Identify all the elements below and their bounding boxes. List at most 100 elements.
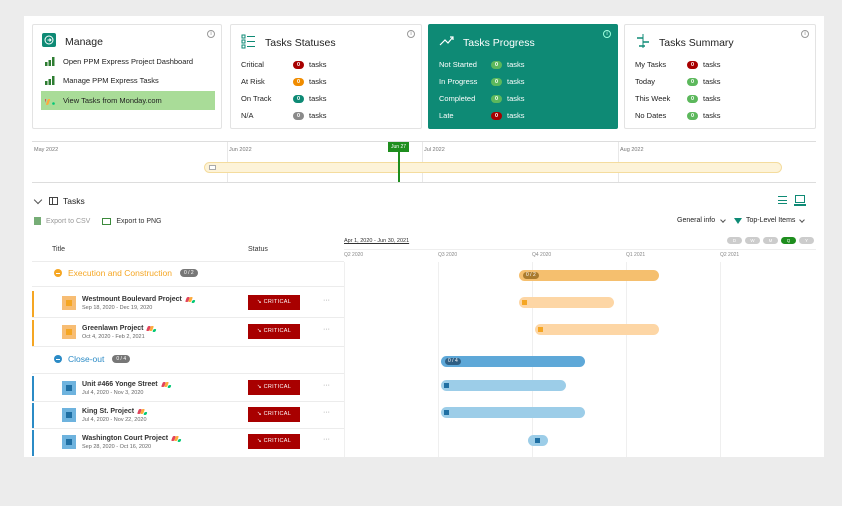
manage-card: i Manage Open PPM Express Project Dashbo… xyxy=(32,24,222,129)
image-icon xyxy=(102,217,112,225)
status-badge[interactable]: ↘ CRITICAL xyxy=(248,324,300,339)
task-icon xyxy=(62,325,76,339)
status-row-critical[interactable]: Critical 0 tasks xyxy=(241,60,327,69)
count-badge: 0 xyxy=(491,111,502,120)
tasks-section-title: Tasks xyxy=(63,196,85,206)
task-name[interactable]: Washington Court Project xyxy=(82,435,182,442)
task-name[interactable]: Unit #466 Yonge Street xyxy=(82,381,171,388)
status-badge[interactable]: ↘ CRITICAL xyxy=(248,407,300,422)
task-name[interactable]: King St. Project xyxy=(82,408,148,415)
progress-row-completed[interactable]: Completed 0 tasks xyxy=(439,94,525,103)
summary-row-this-week[interactable]: This Week 0 tasks xyxy=(635,94,721,103)
status-row-at-risk[interactable]: At Risk 0 tasks xyxy=(241,77,327,86)
timeline-project-bar[interactable] xyxy=(204,162,782,173)
task-name[interactable]: Greenlawn Project xyxy=(82,325,157,332)
gantt-summary-bar[interactable]: 0 / 4 xyxy=(441,356,585,367)
gantt-view-icon[interactable] xyxy=(794,194,806,206)
more-options-icon[interactable]: ··· xyxy=(323,409,330,416)
gantt-task-bar[interactable] xyxy=(528,435,548,446)
scale-month[interactable]: M xyxy=(763,237,778,244)
task-name[interactable]: Westmount Boulevard Project xyxy=(82,296,195,303)
count-badge: 0 xyxy=(491,60,502,69)
chevron-down-icon[interactable] xyxy=(33,195,43,204)
progress-row-late[interactable]: Late 0 tasks xyxy=(439,111,525,120)
monday-logo-icon xyxy=(42,96,55,105)
task-dates: Sep 28, 2020 - Oct 16, 2020 xyxy=(82,444,152,450)
summary-row-my-tasks[interactable]: My Tasks 0 tasks xyxy=(635,60,721,69)
task-dates: Oct 4, 2020 - Feb 2, 2021 xyxy=(82,334,145,340)
count-badge: 0 xyxy=(687,60,698,69)
status-badge[interactable]: ↘ CRITICAL xyxy=(248,434,300,449)
column-header-title[interactable]: Title xyxy=(52,246,65,253)
task-row[interactable]: King St. Project Jul 4, 2020 - Nov 22, 2… xyxy=(32,403,344,429)
more-options-icon[interactable]: ··· xyxy=(323,326,330,333)
progress-row-in-progress[interactable]: In Progress 0 tasks xyxy=(439,77,525,86)
export-csv-button[interactable]: Export to CSV xyxy=(32,217,90,225)
info-icon[interactable]: i xyxy=(407,30,415,38)
info-icon[interactable]: i xyxy=(603,30,611,38)
group-close-out[interactable]: Close-out 0 / 4 xyxy=(54,354,131,364)
timeline-label: Aug 2022 xyxy=(620,147,644,153)
summary-row-today[interactable]: Today 0 tasks xyxy=(635,77,721,86)
task-dates: Jul 4, 2020 - Nov 3, 2020 xyxy=(82,390,144,396)
scale-year[interactable]: Y xyxy=(799,237,814,244)
count-badge: 0 xyxy=(491,94,502,103)
gantt-summary-bar[interactable]: 0 / 2 xyxy=(519,270,659,281)
open-dashboard-label: Open PPM Express Project Dashboard xyxy=(63,57,194,66)
export-png-button[interactable]: Export to PNG xyxy=(102,217,162,225)
task-icon xyxy=(62,408,76,422)
progress-row-not-started[interactable]: Not Started 0 tasks xyxy=(439,60,525,69)
count-badge: 0 xyxy=(293,60,304,69)
status-badge[interactable]: ↘ CRITICAL xyxy=(248,295,300,310)
tasks-section-header[interactable]: Tasks xyxy=(32,195,85,206)
task-icon xyxy=(62,296,76,310)
gantt-task-bar[interactable] xyxy=(519,297,614,308)
count-badge: 0 xyxy=(293,94,304,103)
collapse-circle-icon[interactable] xyxy=(54,269,62,277)
list-view-icon[interactable] xyxy=(778,196,787,204)
gantt-task-bar[interactable] xyxy=(535,324,659,335)
summary-row-no-dates[interactable]: No Dates 0 tasks xyxy=(635,111,721,120)
scale-quarter[interactable]: Q xyxy=(781,237,796,244)
general-info-dropdown[interactable]: General info xyxy=(677,216,733,224)
task-dates: Jul 4, 2020 - Nov 22, 2020 xyxy=(82,417,147,423)
top-level-filter[interactable]: Top-Level Items xyxy=(734,216,806,224)
csv-icon xyxy=(34,217,41,225)
collapse-circle-icon[interactable] xyxy=(54,355,62,363)
monday-logo-icon xyxy=(160,381,171,388)
statuses-title: Tasks Statuses xyxy=(265,37,336,49)
info-icon[interactable]: i xyxy=(207,30,215,38)
manage-icon xyxy=(42,33,56,47)
gantt-task-bar[interactable] xyxy=(441,380,566,391)
task-row[interactable]: Unit #466 Yonge Street Jul 4, 2020 - Nov… xyxy=(32,376,344,402)
status-row-on-track[interactable]: On Track 0 tasks xyxy=(241,94,327,103)
task-icon xyxy=(62,435,76,449)
status-badge[interactable]: ↘ CRITICAL xyxy=(248,380,300,395)
statuses-card: i Tasks Statuses Critical 0 tasks At Risk 0… xyxy=(230,24,422,129)
project-timeline[interactable]: May 2022 Jun 2022 Jul 2022 Aug 2022 Jun … xyxy=(32,141,816,183)
count-badge: 0 xyxy=(293,77,304,86)
group-execution[interactable]: Execution and Construction 0 / 2 xyxy=(54,268,198,278)
open-dashboard-link[interactable]: Open PPM Express Project Dashboard xyxy=(41,52,215,71)
view-monday-link[interactable]: View Tasks from Monday.com xyxy=(41,91,215,110)
more-options-icon[interactable]: ··· xyxy=(323,297,330,304)
scale-week[interactable]: W xyxy=(745,237,760,244)
task-row[interactable]: Greenlawn Project Oct 4, 2020 - Feb 2, 2… xyxy=(32,320,344,346)
count-badge: 0 xyxy=(687,111,698,120)
gantt-task-bar[interactable] xyxy=(441,407,585,418)
more-options-icon[interactable]: ··· xyxy=(323,382,330,389)
task-row[interactable]: Westmount Boulevard Project Sep 18, 2020… xyxy=(32,291,344,317)
date-range-link[interactable]: Apr 1, 2020 - Jun 30, 2021 xyxy=(344,238,409,244)
tasks-grid: Title Status Apr 1, 2020 - Jun 30, 2021 … xyxy=(32,237,816,457)
info-icon[interactable]: i xyxy=(801,30,809,38)
status-row-na[interactable]: N/A 0 tasks xyxy=(241,111,327,120)
scale-day[interactable]: D xyxy=(727,237,742,244)
monday-logo-icon xyxy=(171,435,182,442)
progress-title: Tasks Progress xyxy=(463,37,535,49)
manage-tasks-link[interactable]: Manage PPM Express Tasks xyxy=(41,71,215,90)
column-header-status[interactable]: Status xyxy=(248,246,268,253)
task-row[interactable]: Washington Court Project Sep 28, 2020 - … xyxy=(32,430,344,456)
more-options-icon[interactable]: ··· xyxy=(323,436,330,443)
task-dates: Sep 18, 2020 - Dec 19, 2020 xyxy=(82,305,153,311)
trend-up-icon xyxy=(439,33,455,49)
